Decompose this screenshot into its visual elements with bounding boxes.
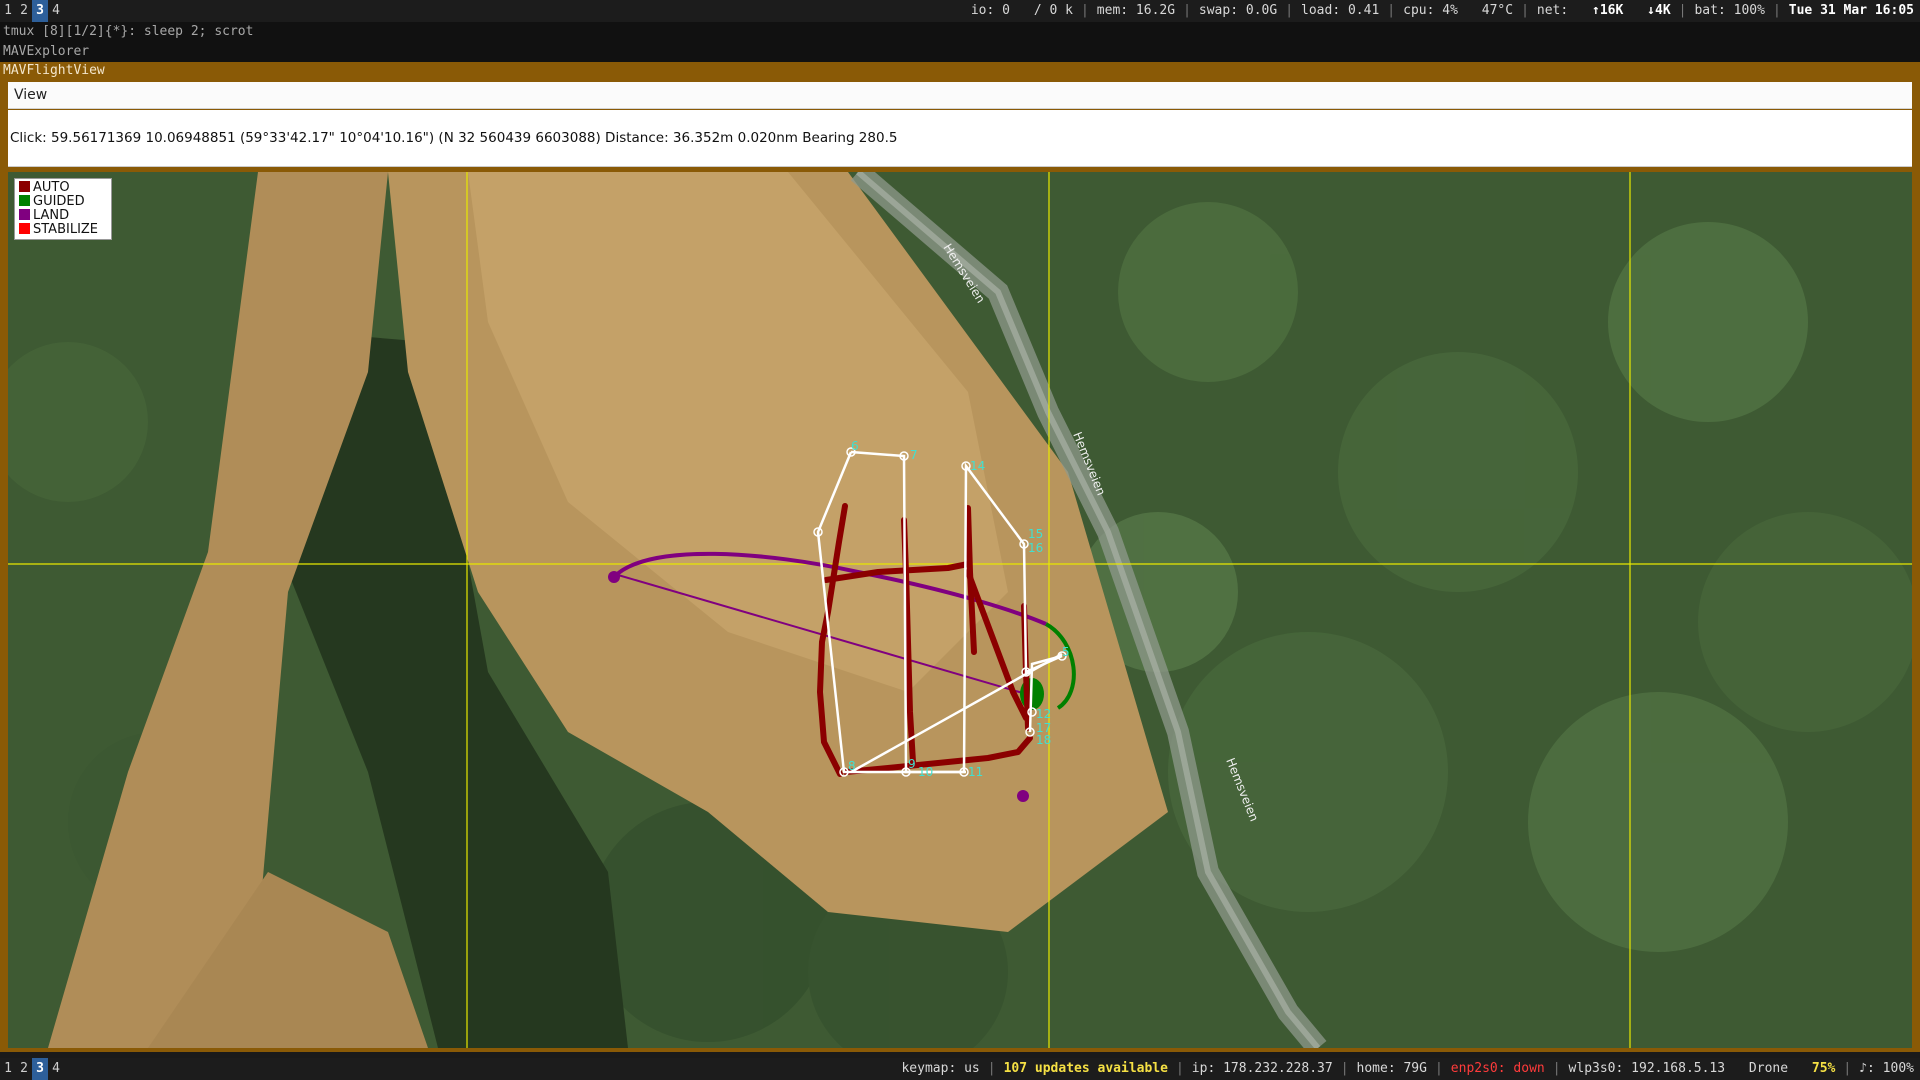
legend-swatch-guided (19, 195, 30, 206)
legend-label-guided: GUIDED (33, 194, 85, 209)
io-rate: / 0 k (1033, 3, 1073, 18)
legend-stabilize: STABILIZE (19, 223, 107, 237)
wp-label-11: 11 (968, 765, 983, 779)
flight-mode-legend: AUTO GUIDED LAND STABILIZE (14, 178, 112, 240)
wp-label-12: 12 (1036, 707, 1051, 721)
legend-label-stabilize: STABILIZE (33, 222, 99, 237)
tmux-status-line: tmux [8][1/2]{*}: sleep 2; scrot (0, 22, 1920, 42)
net-label: net: (1536, 3, 1569, 18)
workspace-1[interactable]: 1 (0, 0, 16, 22)
wifi-signal: 75% (1811, 1061, 1836, 1076)
ip-status: ip: 178.232.228.37 (1191, 1061, 1333, 1076)
temp-status: 47°C (1481, 3, 1514, 18)
net-down: ↓4K (1647, 3, 1671, 18)
wp-label-8: 8 (848, 759, 856, 773)
wp-label-9: 9 (908, 757, 916, 771)
swap-status: swap: 0.0G (1198, 3, 1278, 18)
volume-status: ♪: 100% (1859, 1061, 1914, 1076)
wp-label-16: 16 (1028, 541, 1043, 555)
wp-label-15: 15 (1028, 527, 1043, 541)
ethernet-status: enp2s0: down (1450, 1061, 1545, 1076)
mavexplorer-title: MAVExplorer (0, 42, 1920, 62)
menu-bar: View (8, 82, 1912, 109)
window-title: MAVFlightView (3, 63, 105, 78)
cpu-status: cpu: 4% (1403, 3, 1458, 18)
click-info-text: Click: 59.56171369 10.06948851 (59°33'42… (10, 130, 898, 146)
clock: Tue 31 Mar 16:05 (1788, 3, 1914, 18)
wifi-ssid: Drone (1748, 1061, 1789, 1076)
bottom-system-status: keymap: us | 107 updates available | ip: 178… (901, 1061, 1914, 1076)
top-status-bar: 1234 io: 0 / 0 k | mem: 16.2G | swap: 0.0G | l… (0, 0, 1920, 22)
io-status: io: 0 (970, 3, 1010, 18)
legend-swatch-land (19, 209, 30, 220)
load-status: load: 0.41 (1301, 3, 1380, 18)
click-info-bar: Click: 59.56171369 10.06948851 (59°33'42… (8, 110, 1912, 167)
wp-label-5: 5 (1062, 645, 1070, 659)
home-disk-status: home: 79G (1356, 1061, 1427, 1076)
wp-label-14: 14 (970, 459, 985, 473)
legend-land: LAND (19, 209, 107, 223)
wifi-status: wlp3s0: 192.168.5.13 (1568, 1061, 1726, 1076)
legend-label-land: LAND (33, 208, 70, 223)
workspace-4[interactable]: 4 (48, 0, 64, 22)
menu-view[interactable]: View (14, 82, 47, 108)
wp-label-6: 6 (851, 439, 859, 453)
net-up: ↑16K (1592, 3, 1624, 18)
bottom-status-bar: 1234 keymap: us | 107 updates available | ip… (0, 1058, 1920, 1080)
system-status: io: 0 / 0 k | mem: 16.2G | swap: 0.0G | load: … (970, 3, 1914, 18)
bottom-workspace-3[interactable]: 3 (32, 1058, 48, 1080)
wp-label-18: 18 (1036, 733, 1051, 747)
bottom-workspace-1[interactable]: 1 (0, 1058, 16, 1080)
legend-swatch-stabilize (19, 223, 30, 234)
wp-label-7: 7 (910, 448, 918, 462)
mavflightview-window: MAVFlightView View Click: 59.56171369 10… (0, 62, 1920, 1052)
workspace-3[interactable]: 3 (32, 0, 48, 22)
mem-status: mem: 16.2G (1096, 3, 1176, 18)
legend-auto: AUTO (19, 181, 107, 195)
keymap-status: keymap: us (901, 1061, 980, 1076)
battery-status: bat: 100% (1694, 3, 1765, 18)
legend-swatch-auto (19, 181, 30, 192)
map-view[interactable]: Hemsveien Hemsveien Hemsveien 6 7 14 15 … (8, 172, 1912, 1048)
legend-label-auto: AUTO (33, 180, 70, 195)
bottom-workspace-2[interactable]: 2 (16, 1058, 32, 1080)
map-canvas[interactable]: Hemsveien Hemsveien Hemsveien 6 7 14 15 … (8, 172, 1912, 1048)
workspace-2[interactable]: 2 (16, 0, 32, 22)
wp-label-10: 10 (918, 765, 933, 779)
legend-guided: GUIDED (19, 195, 107, 209)
bottom-workspace-4[interactable]: 4 (48, 1058, 64, 1080)
updates-status: 107 updates available (1003, 1061, 1168, 1076)
